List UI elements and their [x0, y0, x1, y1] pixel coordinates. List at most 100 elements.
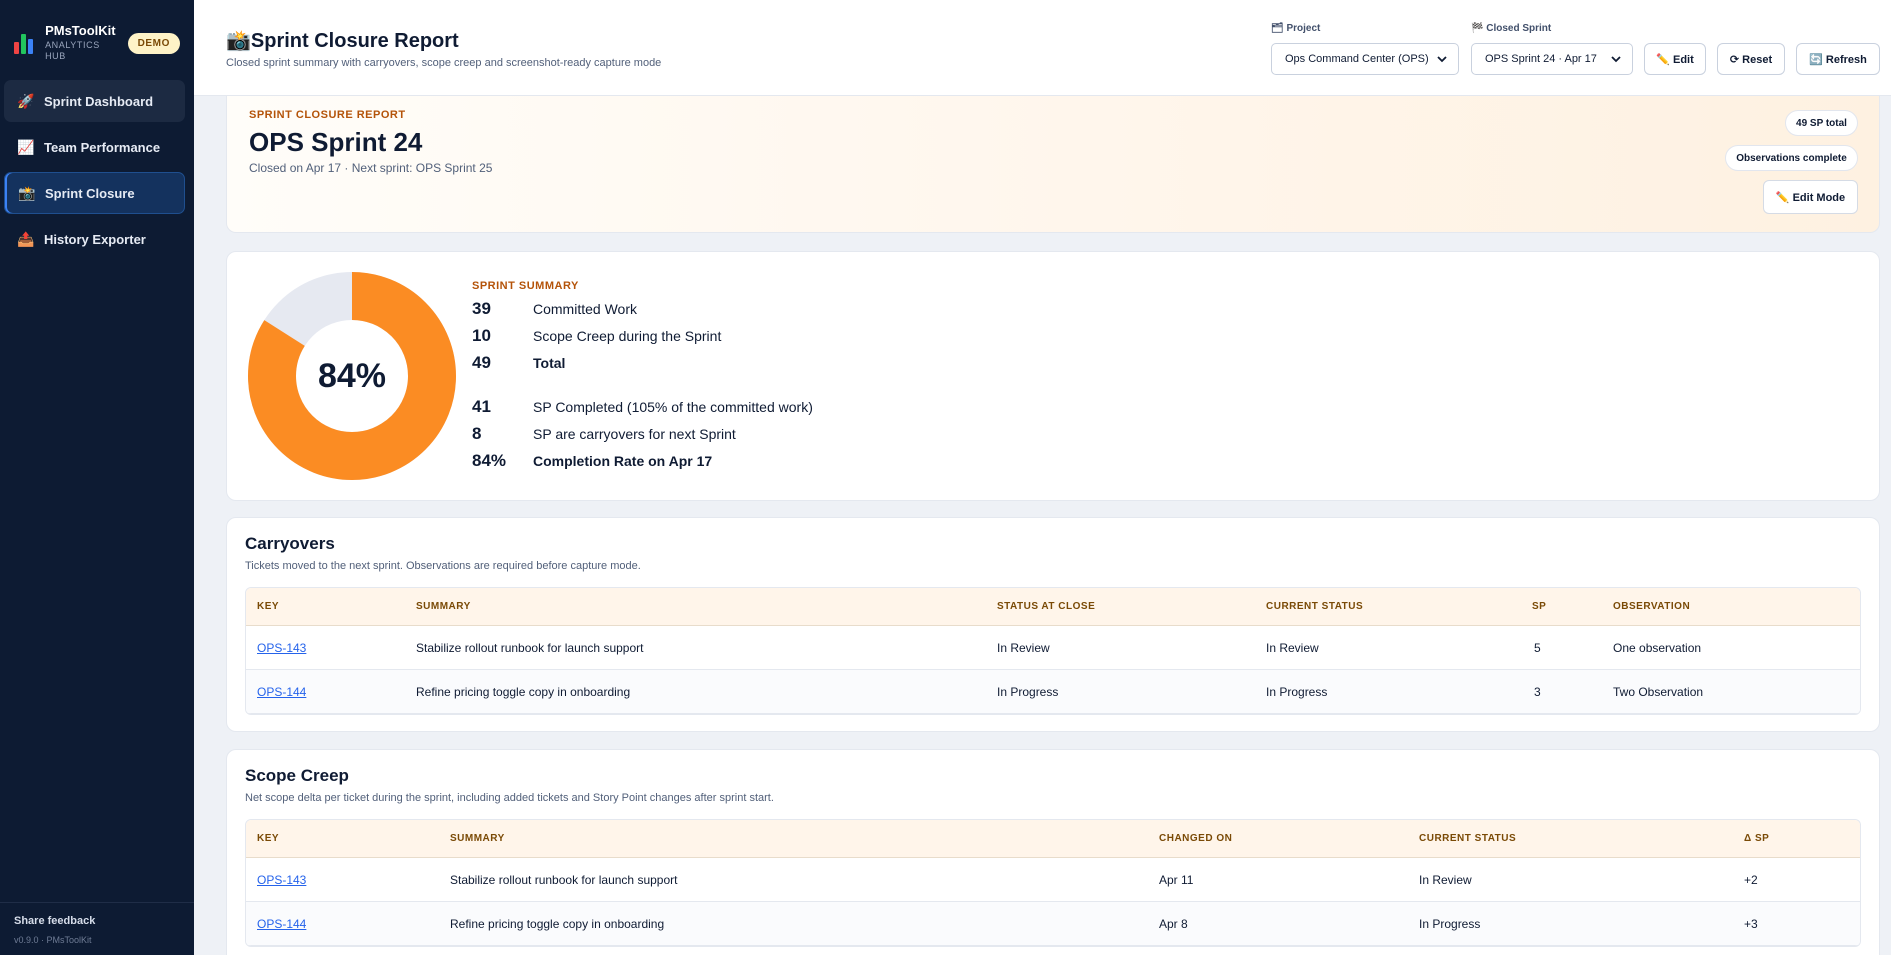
- carryovers-subtitle: Tickets moved to the next sprint. Observ…: [245, 560, 641, 572]
- sidebar-item-label: History Exporter: [44, 231, 146, 247]
- observation[interactable]: One observation: [1613, 626, 1701, 670]
- top-header: 📸Sprint Closure Report Closed sprint sum…: [194, 0, 1891, 96]
- carryovers-table: KEY SUMMARY STATUS AT CLOSE CURRENT STAT…: [245, 587, 1861, 715]
- summary-text: SP Completed (105% of the committed work…: [533, 399, 813, 415]
- column-header: CURRENT STATUS: [1419, 833, 1517, 844]
- rocket-icon: 🚀: [17, 92, 35, 109]
- column-header: SUMMARY: [416, 601, 471, 612]
- ticket-key-link[interactable]: OPS-143: [257, 858, 306, 902]
- current-status: In Progress: [1266, 685, 1328, 699]
- scope-creep-card: Scope Creep Net scope delta per ticket d…: [226, 749, 1880, 955]
- ticket-key-link[interactable]: OPS-144: [257, 670, 306, 714]
- bar-chart-logo-icon: [14, 32, 35, 54]
- column-header: SP: [1532, 601, 1547, 612]
- status-at-close: In Progress: [997, 685, 1059, 699]
- project-select-value: Ops Command Center (OPS): [1285, 53, 1429, 65]
- sp-delta: +2: [1744, 873, 1758, 887]
- sidebar-nav: 🚀 Sprint Dashboard 📈 Team Performance 📸 …: [0, 80, 194, 260]
- sidebar-item-label: Sprint Dashboard: [44, 93, 154, 109]
- chevron-down-icon: [1611, 56, 1621, 63]
- page-subtitle: Closed sprint summary with carryovers, s…: [226, 57, 662, 69]
- column-header: STATUS AT CLOSE: [997, 601, 1096, 612]
- refresh-button[interactable]: 🔄 Refresh: [1796, 43, 1880, 75]
- summary-row-total: 49 Total: [472, 353, 565, 373]
- page-title: 📸Sprint Closure Report: [226, 28, 459, 53]
- summary-row-committed: 39 Committed Work: [472, 299, 637, 319]
- page-title-text: Sprint Closure Report: [250, 30, 459, 52]
- summary-row-carryovers: 8 SP are carryovers for next Sprint: [472, 424, 736, 444]
- camera-icon: 📸: [226, 30, 251, 52]
- edit-button[interactable]: ✏️ Edit: [1644, 43, 1706, 75]
- changed-on: Apr 8: [1159, 917, 1188, 931]
- table-row: OPS-144 Refine pricing toggle copy in on…: [246, 670, 1860, 714]
- total-sp-badge: 49 SP total: [1785, 110, 1858, 136]
- summary-text: Committed Work: [533, 301, 637, 317]
- sidebar-item-history-exporter[interactable]: 📤 History Exporter: [4, 218, 185, 260]
- story-points: 5: [1534, 641, 1541, 655]
- closed-sprint-label: 🏁 Closed Sprint: [1471, 23, 1552, 34]
- column-header: Δ SP: [1744, 833, 1770, 844]
- current-status: In Review: [1266, 641, 1319, 655]
- summary-row-completion-rate: 84% Completion Rate on Apr 17: [472, 451, 712, 471]
- summary-value: 8: [472, 424, 482, 443]
- column-header: KEY: [257, 601, 280, 612]
- column-header: CHANGED ON: [1159, 833, 1233, 844]
- column-header: OBSERVATION: [1613, 601, 1691, 612]
- sidebar-item-label: Team Performance: [44, 139, 161, 155]
- brand-subtitle: ANALYTICS HUB: [45, 40, 100, 61]
- observation[interactable]: Two Observation: [1613, 670, 1703, 714]
- completion-percent: 84%: [317, 356, 387, 395]
- sidebar: PMsToolKit ANALYTICS HUB DEMO 🚀 Sprint D…: [0, 0, 194, 955]
- table-row: OPS-144 Refine pricing toggle copy in on…: [246, 902, 1860, 946]
- scope-creep-subtitle: Net scope delta per ticket during the sp…: [245, 792, 774, 804]
- outbox-tray-icon: 📤: [17, 230, 35, 247]
- reset-button[interactable]: ⟳ Reset: [1717, 43, 1785, 75]
- version-text: v0.9.0 · PMsToolKit: [14, 935, 92, 945]
- share-feedback-link[interactable]: Share feedback: [14, 915, 180, 927]
- sidebar-item-team-performance[interactable]: 📈 Team Performance: [4, 126, 185, 168]
- closed-sprint-select-value: OPS Sprint 24 · Apr 17: [1485, 53, 1597, 65]
- ticket-summary: Refine pricing toggle copy in onboarding: [450, 917, 665, 931]
- sprint-summary-card: 84% SPRINT SUMMARY 39 Committed Work 10 …: [226, 251, 1880, 501]
- sidebar-item-sprint-closure[interactable]: 📸 Sprint Closure: [4, 172, 185, 214]
- carryovers-title: Carryovers: [245, 534, 335, 553]
- summary-eyebrow: SPRINT SUMMARY: [472, 280, 579, 292]
- project-select[interactable]: Ops Command Center (OPS): [1271, 43, 1459, 75]
- column-header: SUMMARY: [450, 833, 505, 844]
- ticket-key-link[interactable]: OPS-144: [257, 902, 306, 946]
- sidebar-item-sprint-dashboard[interactable]: 🚀 Sprint Dashboard: [4, 80, 185, 122]
- summary-value: 41: [472, 397, 491, 416]
- ticket-summary: Refine pricing toggle copy in onboarding: [416, 685, 631, 699]
- summary-row-scope-creep: 10 Scope Creep during the Sprint: [472, 326, 721, 346]
- table-header: KEY SUMMARY STATUS AT CLOSE CURRENT STAT…: [246, 588, 1860, 626]
- ticket-key-link[interactable]: OPS-143: [257, 626, 306, 670]
- sprint-hero-card: SPRINT CLOSURE REPORT OPS Sprint 24 Clos…: [226, 96, 1880, 233]
- scope-creep-title: Scope Creep: [245, 766, 349, 785]
- trend-chart-icon: 📈: [17, 138, 35, 155]
- edit-mode-button[interactable]: ✏️ Edit Mode: [1763, 180, 1858, 214]
- column-header: KEY: [257, 833, 280, 844]
- ticket-summary: Stabilize rollout runbook for launch sup…: [416, 641, 644, 655]
- summary-text: Scope Creep during the Sprint: [533, 328, 722, 344]
- closed-sprint-select[interactable]: OPS Sprint 24 · Apr 17: [1471, 43, 1633, 75]
- summary-value: 10: [472, 326, 491, 345]
- summary-value: 49: [472, 353, 491, 372]
- summary-text: Total: [533, 355, 566, 371]
- hero-eyebrow: SPRINT CLOSURE REPORT: [249, 109, 406, 121]
- chevron-down-icon: [1437, 56, 1447, 63]
- brand: PMsToolKit ANALYTICS HUB DEMO: [0, 0, 194, 70]
- table-header: KEY SUMMARY CHANGED ON CURRENT STATUS Δ …: [246, 820, 1860, 858]
- demo-badge: DEMO: [127, 32, 180, 54]
- sprint-closed-info: Closed on Apr 17 · Next sprint: OPS Spri…: [249, 161, 493, 175]
- project-label: 🗂 Project: [1271, 23, 1321, 34]
- camera-icon: 📸: [18, 184, 36, 201]
- changed-on: Apr 11: [1159, 873, 1194, 887]
- scope-creep-table: KEY SUMMARY CHANGED ON CURRENT STATUS Δ …: [245, 819, 1861, 947]
- table-row: OPS-143 Stabilize rollout runbook for la…: [246, 626, 1860, 670]
- sprint-title: OPS Sprint 24: [249, 127, 423, 157]
- current-status: In Progress: [1419, 917, 1481, 931]
- brand-name: PMsToolKit: [45, 23, 116, 38]
- story-points: 3: [1534, 685, 1541, 699]
- current-status: In Review: [1419, 873, 1472, 887]
- sidebar-item-label: Sprint Closure: [45, 185, 135, 201]
